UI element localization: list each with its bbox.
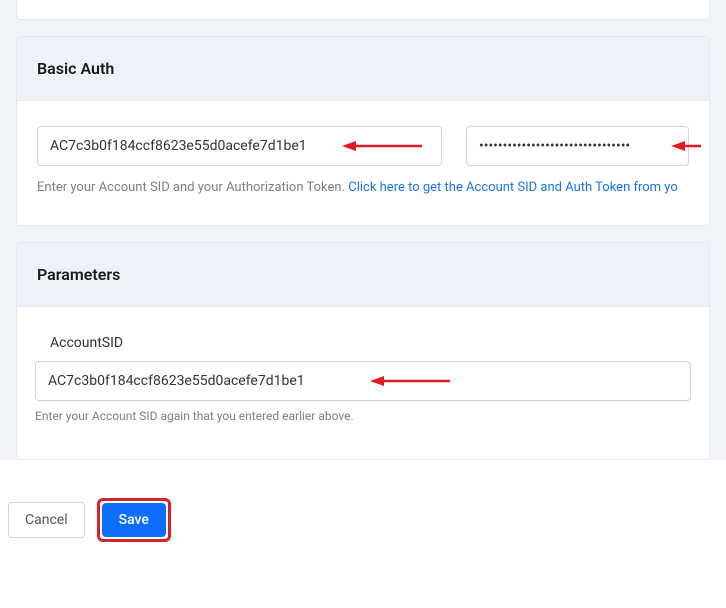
account-sid-label: AccountSID	[35, 335, 691, 351]
footer-buttons: Cancel Save	[0, 476, 726, 562]
basic-auth-header: Basic Auth	[17, 37, 709, 101]
parameters-header: Parameters	[17, 243, 709, 307]
get-sid-token-link[interactable]: Click here to get the Account SID and Au…	[348, 180, 678, 195]
save-button-highlight: Save	[97, 498, 171, 542]
account-sid-input[interactable]	[37, 126, 442, 166]
parameters-account-sid-input[interactable]	[35, 361, 691, 401]
cancel-button[interactable]: Cancel	[8, 502, 85, 538]
basic-auth-card: Basic Auth	[16, 36, 710, 226]
help-text: Enter your Account SID and your Authoriz…	[37, 180, 348, 195]
save-button[interactable]: Save	[102, 503, 166, 537]
auth-token-input[interactable]	[466, 126, 689, 166]
previous-card-bottom	[16, 0, 710, 20]
parameters-card: Parameters AccountSID Enter your Account…	[16, 242, 710, 460]
basic-auth-help: Enter your Account SID and your Authoriz…	[37, 180, 689, 195]
parameters-account-sid-help: Enter your Account SID again that you en…	[35, 409, 691, 423]
